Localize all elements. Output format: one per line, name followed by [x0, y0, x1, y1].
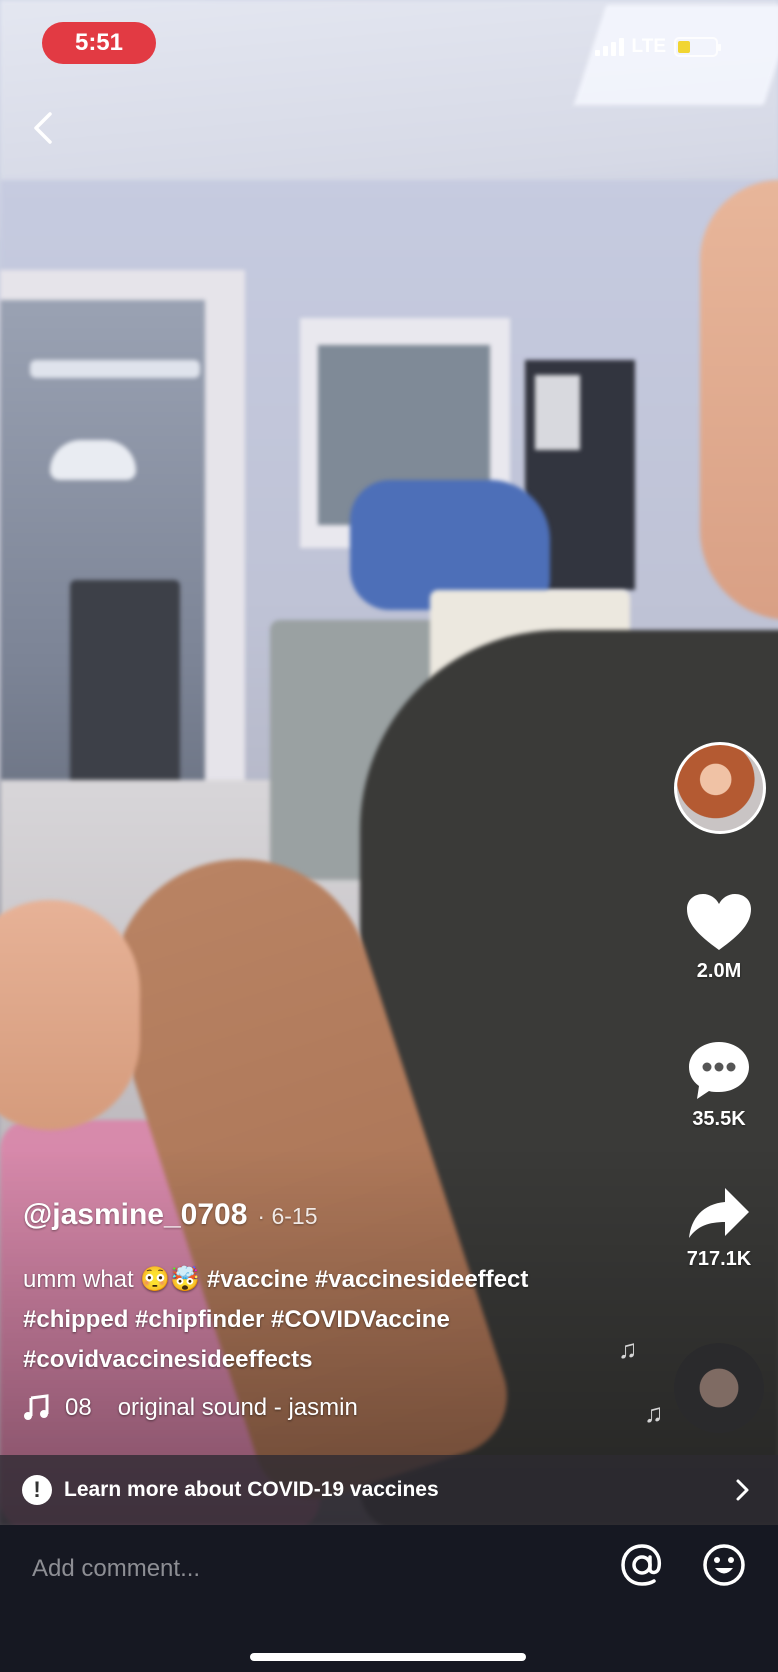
music-note-icon: ♫ — [644, 1398, 664, 1428]
network-type: LTE — [631, 36, 666, 57]
comment-button[interactable]: 35.5K — [674, 1038, 764, 1131]
like-count: 2.0M — [696, 960, 742, 982]
hashtag-line[interactable]: #covidvaccinesideeffects — [23, 1340, 623, 1380]
sound-prefix: 08 — [65, 1394, 92, 1421]
covid-info-banner[interactable]: ! Learn more about COVID-19 vaccines — [0, 1455, 778, 1525]
mention-button[interactable] — [620, 1543, 664, 1587]
status-time: 5:51 — [42, 22, 156, 64]
smiley-icon — [703, 1544, 745, 1586]
sound-name: original sound - jasmin — [117, 1394, 358, 1421]
speech-bubble-icon — [689, 1042, 749, 1099]
video-machine — [70, 580, 180, 790]
signal-icon — [594, 38, 624, 56]
share-arrow-icon — [689, 1188, 749, 1238]
battery-icon — [674, 37, 721, 57]
creator-avatar[interactable] — [674, 742, 766, 834]
video-person-face — [700, 180, 778, 620]
video-board-paper — [535, 375, 580, 450]
music-note-icon — [24, 1394, 49, 1420]
back-button[interactable] — [24, 106, 64, 150]
video-surgical-light — [50, 440, 136, 480]
banner-text: Learn more about COVID-19 vaccines — [64, 1478, 439, 1501]
at-sign-icon — [621, 1544, 662, 1586]
share-button[interactable]: 717.1K — [674, 1184, 764, 1271]
caption: umm what 😳🤯 #vaccine #vaccinesideeffect … — [23, 1260, 623, 1380]
video-hand — [0, 900, 140, 1130]
comment-count: 35.5K — [692, 1108, 746, 1130]
video-surgical-light-arm — [30, 360, 200, 378]
status-indicators: LTE — [594, 36, 721, 58]
post-header: @jasmine_0708 · 6-15 — [23, 1198, 318, 1232]
home-indicator — [250, 1653, 526, 1661]
hashtag-line[interactable]: #chipped #chipfinder #COVIDVaccine — [23, 1300, 623, 1340]
chevron-right-icon — [736, 1479, 749, 1501]
comment-bar — [0, 1525, 778, 1672]
caption-text: umm what 😳🤯 — [23, 1266, 201, 1293]
sound-row[interactable]: 08 original sound - jasmin — [23, 1394, 358, 1422]
emoji-button[interactable] — [702, 1543, 746, 1587]
share-count: 717.1K — [686, 1248, 752, 1270]
music-disc[interactable] — [674, 1343, 764, 1433]
comment-input[interactable] — [32, 1555, 552, 1583]
username[interactable]: @jasmine_0708 — [23, 1198, 247, 1232]
hashtag-line[interactable]: #vaccine #vaccinesideeffect — [207, 1266, 529, 1293]
post-date: · 6-15 — [257, 1203, 318, 1229]
like-button[interactable]: 2.0M — [674, 892, 764, 983]
heart-icon — [687, 894, 751, 950]
info-icon: ! — [22, 1475, 52, 1505]
chevron-left-icon — [34, 112, 52, 144]
